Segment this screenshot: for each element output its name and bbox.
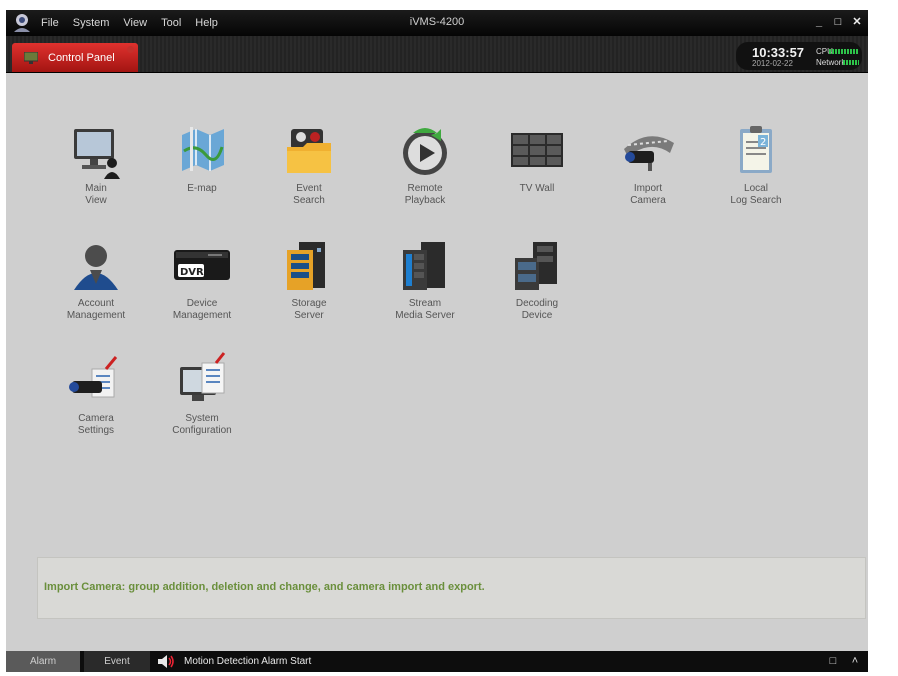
restore-icon[interactable]: □	[826, 654, 840, 668]
tile-label: Local Log Search	[730, 183, 782, 206]
cpu-meter	[829, 49, 859, 54]
tv-wall-icon	[511, 133, 563, 167]
window-controls: _ □ ✕	[807, 15, 864, 29]
description-text: Import Camera: group addition, deletion …	[44, 581, 485, 593]
tile-camera-settings[interactable]: Camera Settings	[46, 351, 146, 437]
tile-decoding-device[interactable]: Decoding Device	[487, 236, 587, 322]
map-icon	[182, 127, 224, 171]
system-config-icon	[180, 352, 226, 401]
import-camera-icon	[624, 136, 674, 171]
tile-import-camera[interactable]: Import Camera	[598, 121, 698, 207]
menu-help[interactable]: Help	[195, 17, 218, 29]
tile-stream-media-server[interactable]: Stream Media Server	[375, 236, 475, 322]
close-icon[interactable]: ✕	[850, 15, 864, 29]
tab-event[interactable]: Event	[84, 651, 150, 672]
alarm-message: Motion Detection Alarm Start	[184, 656, 312, 667]
tile-label: E-map	[187, 183, 217, 194]
dvr-label: DVR	[180, 267, 204, 278]
tile-local-log-search[interactable]: 2 Local Log Search	[706, 121, 806, 207]
svg-text:2: 2	[760, 137, 766, 148]
clock-time: 10:33:57	[752, 45, 805, 60]
tile-remote-playback[interactable]: Remote Playback	[375, 121, 475, 207]
tab-control-panel[interactable]: Control Panel	[12, 43, 138, 72]
event-folder-icon	[287, 129, 331, 173]
tile-main-view[interactable]: Main View	[46, 121, 146, 207]
tab-alarm[interactable]: Alarm	[6, 651, 80, 672]
network-meter	[843, 60, 859, 65]
stream-server-icon	[403, 242, 445, 290]
speaker-icon[interactable]	[158, 655, 176, 668]
tile-label: Camera Settings	[77, 413, 115, 436]
tile-label: Event Search	[293, 183, 325, 206]
monitor-icon	[74, 129, 120, 179]
tile-label: TV Wall	[519, 183, 555, 194]
menu-file[interactable]: File	[41, 17, 59, 29]
clock-date: 2012-02-22	[752, 59, 793, 68]
tile-label: Account Management	[66, 298, 126, 321]
camera-settings-icon	[69, 356, 118, 398]
log-clipboard-icon: 2	[740, 126, 772, 173]
dvr-icon: DVR	[174, 250, 230, 280]
network-label: Network	[816, 58, 846, 67]
tile-label: Main View	[85, 183, 107, 206]
storage-server-icon	[287, 242, 325, 290]
menu-tool[interactable]: Tool	[161, 17, 181, 29]
menu-system[interactable]: System	[73, 17, 110, 29]
tile-label: Storage Server	[291, 298, 327, 321]
minimize-icon[interactable]: _	[812, 15, 826, 29]
tile-event-search[interactable]: Event Search	[259, 121, 359, 207]
maximize-icon[interactable]: □	[831, 15, 845, 29]
tile-label: Remote Playback	[404, 183, 446, 206]
tab-close-icon[interactable]	[127, 46, 134, 53]
control-panel-icon	[24, 51, 38, 64]
clock-status-panel: 10:33:57 2012-02-22 CPU Network	[736, 42, 862, 70]
tile-label: Stream Media Server	[395, 298, 455, 321]
description-panel: Import Camera: group addition, deletion …	[37, 557, 866, 619]
status-bar: Alarm Event Motion Detection Alarm Start…	[6, 651, 868, 672]
user-icon	[74, 245, 118, 290]
tab-label: Control Panel	[48, 51, 115, 64]
app-window: File System View Tool Help iVMS-4200 _ □…	[6, 10, 868, 672]
control-panel-content: Main View E-map Event Search Remote Play…	[6, 73, 868, 651]
tile-system-configuration[interactable]: System Configuration	[152, 351, 252, 437]
tile-account-management[interactable]: Account Management	[46, 236, 146, 322]
tile-label: System Configuration	[172, 413, 232, 436]
playback-icon	[403, 128, 447, 175]
status-controls: □ ˄	[818, 654, 862, 668]
tile-storage-server[interactable]: Storage Server	[259, 236, 359, 322]
menu-bar: File System View Tool Help	[41, 10, 232, 36]
tile-label: Import Camera	[630, 183, 666, 206]
tile-tv-wall[interactable]: TV Wall	[487, 121, 587, 195]
tile-e-map[interactable]: E-map	[152, 121, 252, 195]
collapse-icon[interactable]: ˄	[848, 654, 862, 668]
menu-view[interactable]: View	[123, 17, 147, 29]
tile-label: Device Management	[172, 298, 232, 321]
title-bar: File System View Tool Help iVMS-4200 _ □…	[6, 10, 868, 36]
tile-label: Decoding Device	[515, 298, 559, 321]
app-logo-icon	[14, 14, 30, 32]
decoding-device-icon	[515, 242, 557, 290]
tile-device-management[interactable]: DVR Device Management	[152, 236, 252, 322]
